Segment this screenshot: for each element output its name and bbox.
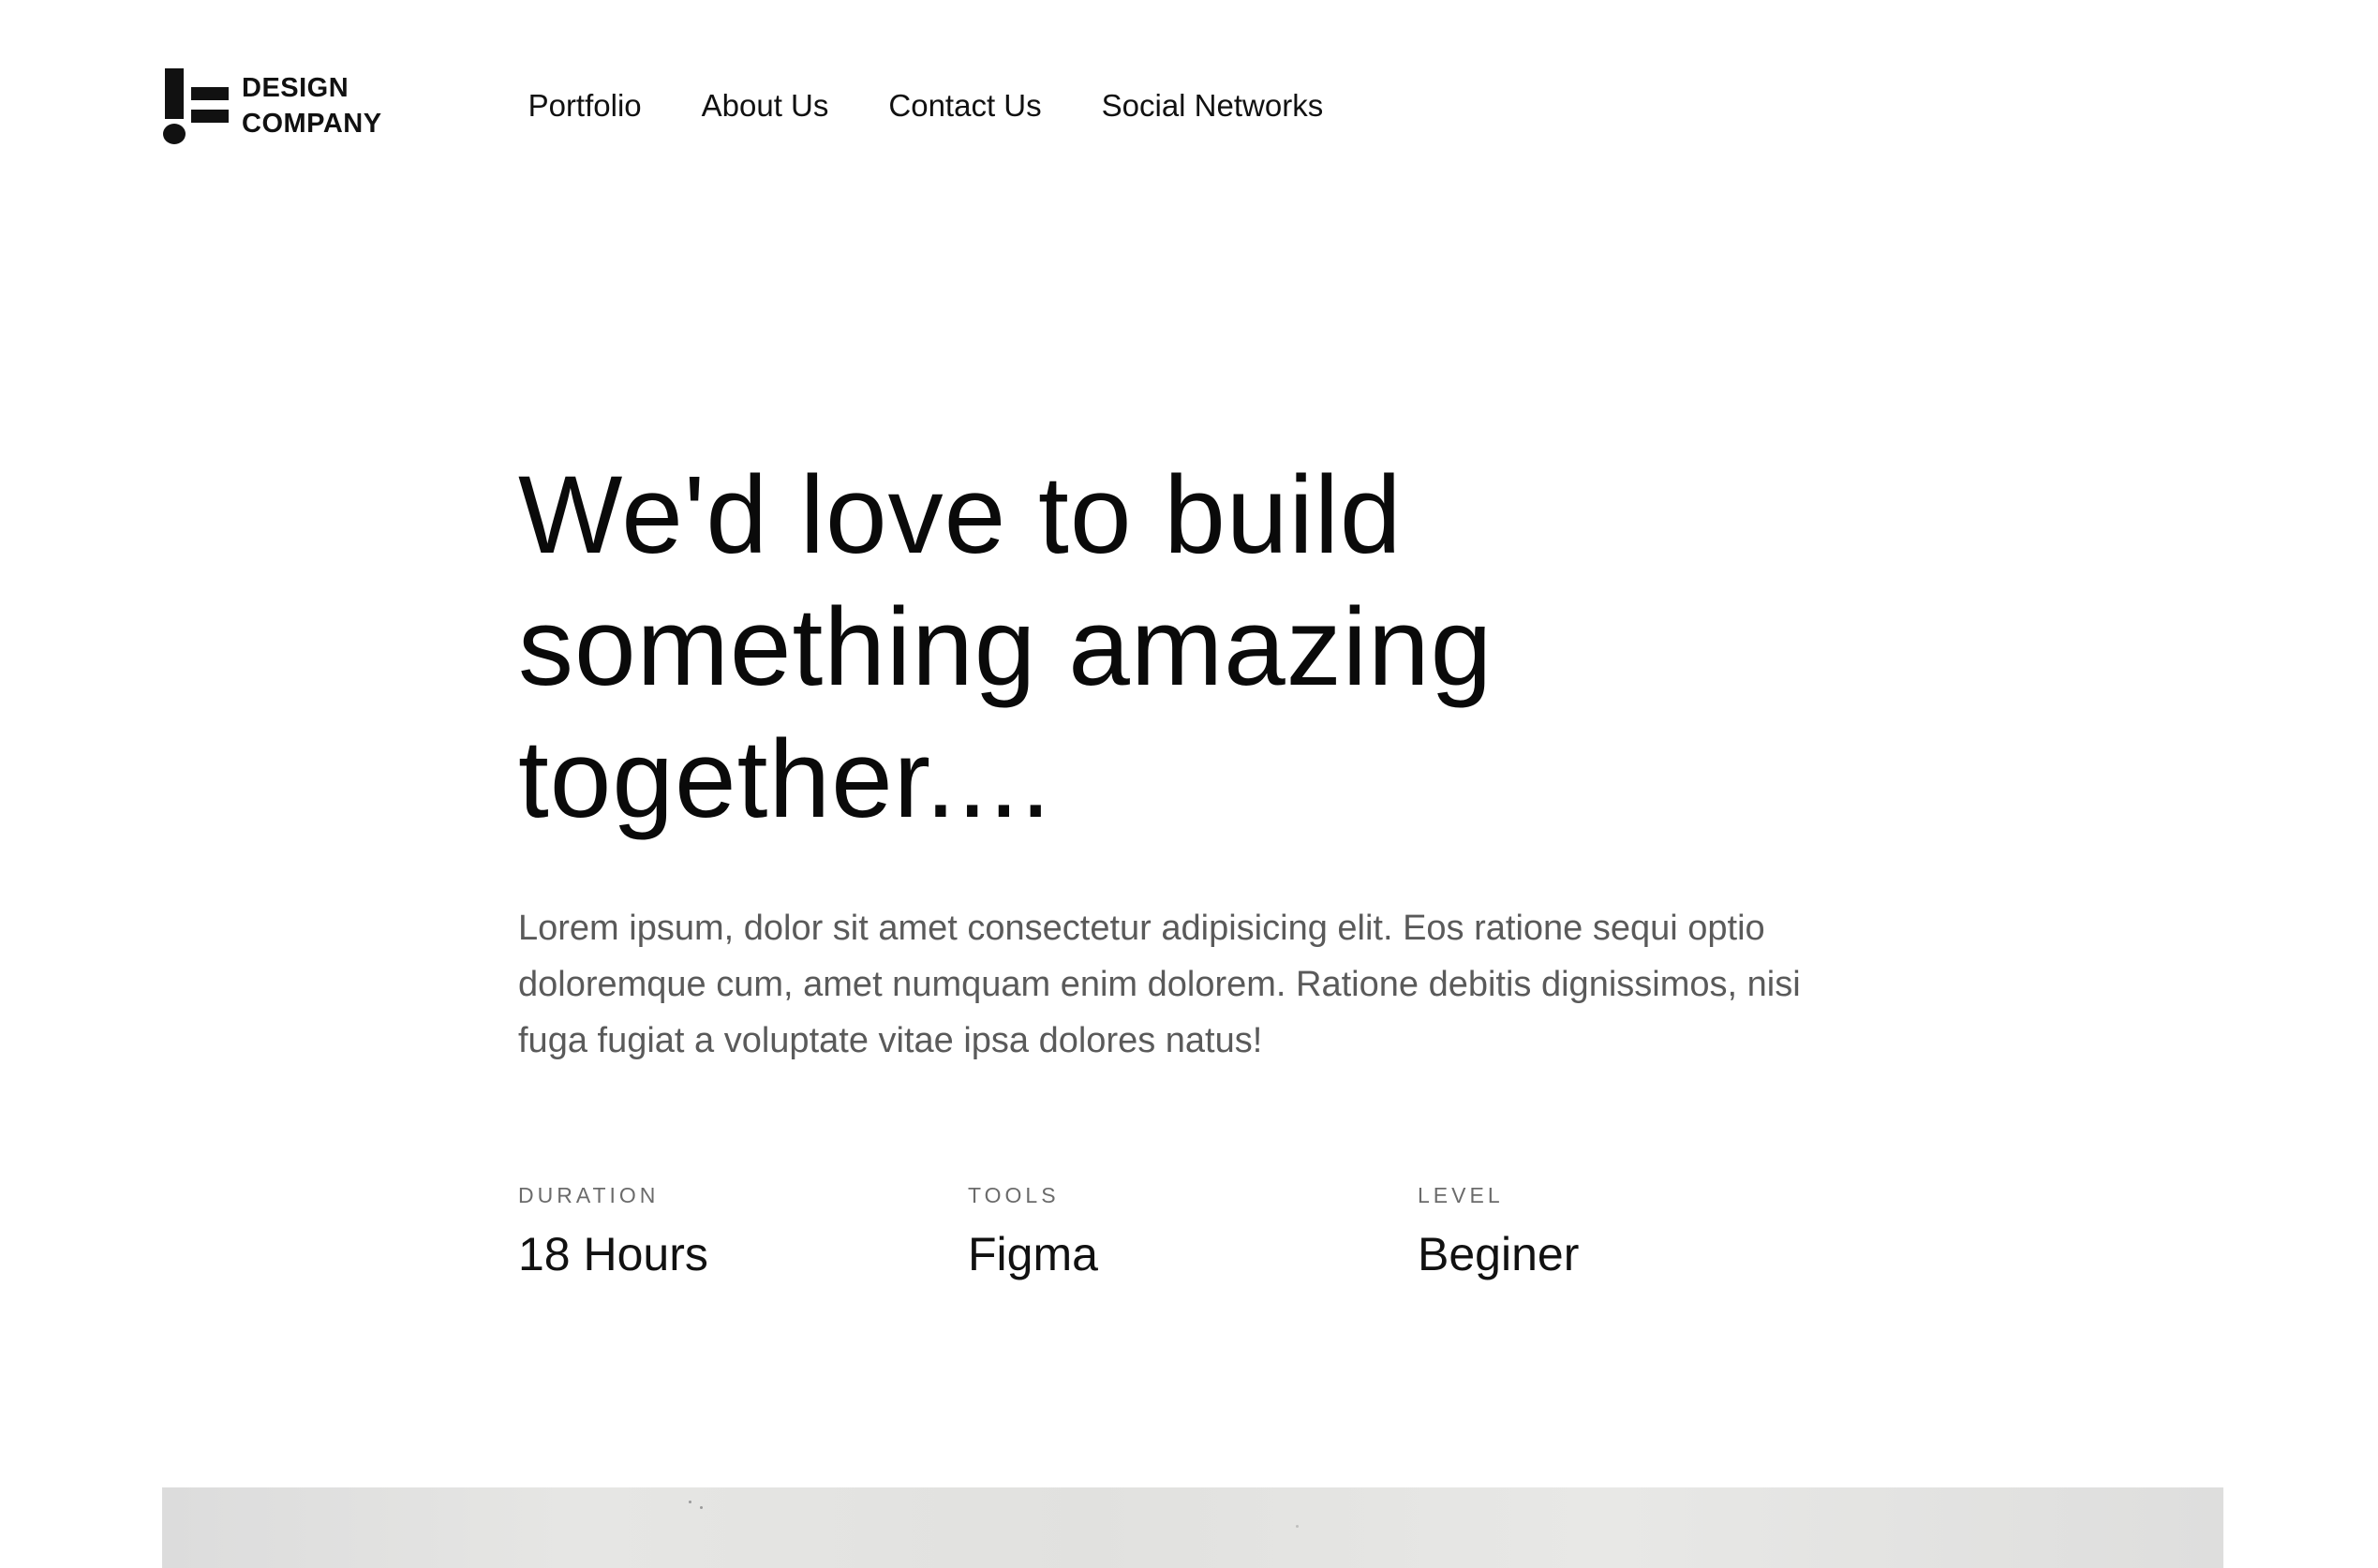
brand-name: DESIGN COMPANY (242, 70, 382, 141)
stat-duration: DURATION 18 Hours (518, 1181, 968, 1282)
exclamation-bars-logo-icon (163, 67, 229, 145)
nav-item-portfolio[interactable]: Portfolio (528, 88, 642, 124)
course-stats: DURATION 18 Hours TOOLS Figma LEVEL Begi… (518, 1181, 1867, 1282)
stat-duration-label: DURATION (518, 1183, 660, 1207)
hero-title: We'd love to build something amazing tog… (518, 453, 1494, 841)
brand-name-line2: COMPANY (242, 109, 382, 139)
hero-description: Lorem ipsum, dolor sit amet consectetur … (518, 909, 1801, 1060)
stat-level-label: LEVEL (1418, 1183, 1504, 1207)
stat-level: LEVEL Beginer (1418, 1181, 1867, 1282)
main-nav: Portfolio About Us Contact Us Social Net… (528, 88, 1384, 124)
hero-image-banner (162, 1487, 2223, 1568)
brand-name-line1: DESIGN (242, 73, 349, 103)
stat-tools-label: TOOLS (968, 1183, 1060, 1207)
page: DESIGN COMPANY Portfolio About Us Contac… (0, 0, 2378, 1568)
stat-tools-value: Figma (968, 1228, 1098, 1280)
nav-item-about-us[interactable]: About Us (702, 88, 829, 124)
nav-item-social-networks[interactable]: Social Networks (1102, 88, 1324, 124)
hero-section: We'd love to build something amazing tog… (518, 450, 1867, 1282)
stat-duration-value: 18 Hours (518, 1228, 708, 1280)
site-header: DESIGN COMPANY Portfolio About Us Contac… (163, 66, 2215, 146)
stat-tools: TOOLS Figma (968, 1181, 1418, 1282)
nav-item-contact-us[interactable]: Contact Us (888, 88, 1041, 124)
brand-logo[interactable]: DESIGN COMPANY (163, 66, 382, 146)
stat-level-value: Beginer (1418, 1228, 1580, 1280)
